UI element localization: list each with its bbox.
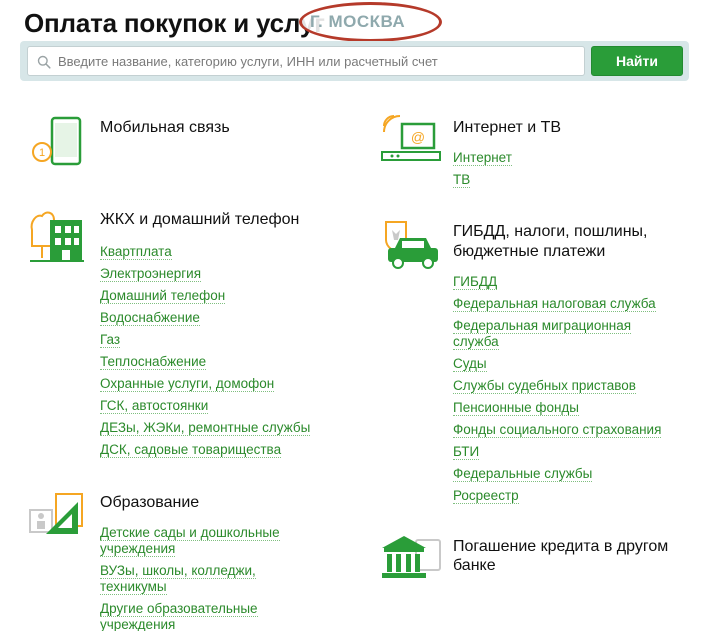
mobile-phone-icon: 1: [32, 116, 82, 166]
link-bti[interactable]: БТИ: [453, 444, 661, 460]
search-button[interactable]: Найти: [591, 46, 683, 76]
svg-text:@: @: [411, 129, 425, 145]
link-fns[interactable]: Федеральная налоговая служба: [453, 296, 661, 312]
link-heating[interactable]: Теплоснабжение: [100, 354, 310, 370]
search-input[interactable]: [58, 47, 578, 75]
svg-text:1: 1: [39, 147, 45, 159]
link-federal-services[interactable]: Федеральные службы: [453, 466, 661, 482]
internet-tv-icon: @: [381, 115, 441, 161]
category-title-internet-tv[interactable]: Интернет и ТВ: [453, 118, 561, 138]
category-mobile: 1 Мобильная связь: [30, 114, 330, 174]
link-tv[interactable]: ТВ: [453, 172, 512, 188]
link-internet[interactable]: Интернет: [453, 150, 512, 166]
category-title-gibdd-line2[interactable]: бюджетные платежи: [453, 242, 605, 262]
link-home-phone[interactable]: Домашний телефон: [100, 288, 310, 304]
link-dez[interactable]: ДЕЗы, ЖЭКи, ремонтные службы: [100, 420, 311, 436]
link-fms[interactable]: Федеральная миграционная служба: [453, 318, 661, 350]
links-internet-tv: Интернет ТВ: [453, 150, 512, 194]
link-water[interactable]: Водоснабжение: [100, 310, 310, 326]
link-kindergartens[interactable]: Детские сады и дошкольные учреждения: [100, 525, 280, 557]
link-pension[interactable]: Пенсионные фонды: [453, 400, 661, 416]
link-gibdd[interactable]: ГИБДД: [453, 274, 661, 290]
category-housing: ЖКХ и домашний телефон Квартплата Электр…: [28, 206, 348, 466]
city-selector[interactable]: Г. МОСКВА: [310, 12, 405, 32]
category-gibdd: ГИБДД, налоги, пошлины, бюджетные платеж…: [382, 214, 702, 514]
links-housing: Квартплата Электроэнергия Домашний телеф…: [100, 244, 311, 464]
category-education: Образование Детские сады и дошкольные учр…: [28, 488, 348, 631]
category-title-credit-line1[interactable]: Погашение кредита в другом: [453, 537, 668, 557]
link-kvartplata[interactable]: Квартплата: [100, 244, 310, 260]
link-dsk[interactable]: ДСК, садовые товарищества: [100, 442, 310, 458]
category-title-education[interactable]: Образование: [100, 493, 199, 513]
page-title: Оплата покупок и услуг: [24, 8, 325, 38]
category-title-gibdd-line1[interactable]: ГИБДД, налоги, пошлины,: [453, 222, 648, 242]
link-rosreestr[interactable]: Росреестр: [453, 488, 661, 504]
links-education: Детские сады и дошкольные учреждения ВУЗы…: [100, 525, 280, 631]
category-title-credit-line2[interactable]: банке: [453, 556, 496, 576]
link-garage[interactable]: ГСК, автостоянки: [100, 398, 310, 414]
search-icon: [37, 55, 51, 69]
link-gas[interactable]: Газ: [100, 332, 310, 348]
link-bailiffs[interactable]: Службы судебных приставов: [453, 378, 661, 394]
link-other-education[interactable]: Другие образовательные учреждения: [100, 601, 280, 631]
link-electricity[interactable]: Электроэнергия: [100, 266, 310, 282]
search-bar: Найти: [20, 41, 689, 81]
link-social-insurance[interactable]: Фонды социального страхования: [453, 422, 662, 438]
title-row: Оплата покупок и услуг Г. МОСКВА: [24, 2, 704, 42]
category-internet-tv: @ Интернет и ТВ Интернет ТВ: [380, 114, 690, 194]
category-title-housing[interactable]: ЖКХ и домашний телефон: [100, 210, 299, 230]
links-gibdd: ГИБДД Федеральная налоговая служба Федер…: [453, 274, 662, 510]
bank-icon: [382, 536, 441, 578]
category-credit: Погашение кредита в другом банке: [380, 532, 700, 592]
link-security[interactable]: Охранные услуги, домофон: [100, 376, 310, 392]
link-courts[interactable]: Суды: [453, 356, 661, 372]
link-universities[interactable]: ВУЗы, школы, колледжи, техникумы: [100, 563, 280, 595]
search-field[interactable]: [27, 46, 585, 76]
car-emblem-icon: [385, 221, 438, 269]
category-title-mobile[interactable]: Мобильная связь: [100, 118, 230, 138]
house-icon: [30, 211, 84, 262]
education-icon: [29, 493, 83, 534]
